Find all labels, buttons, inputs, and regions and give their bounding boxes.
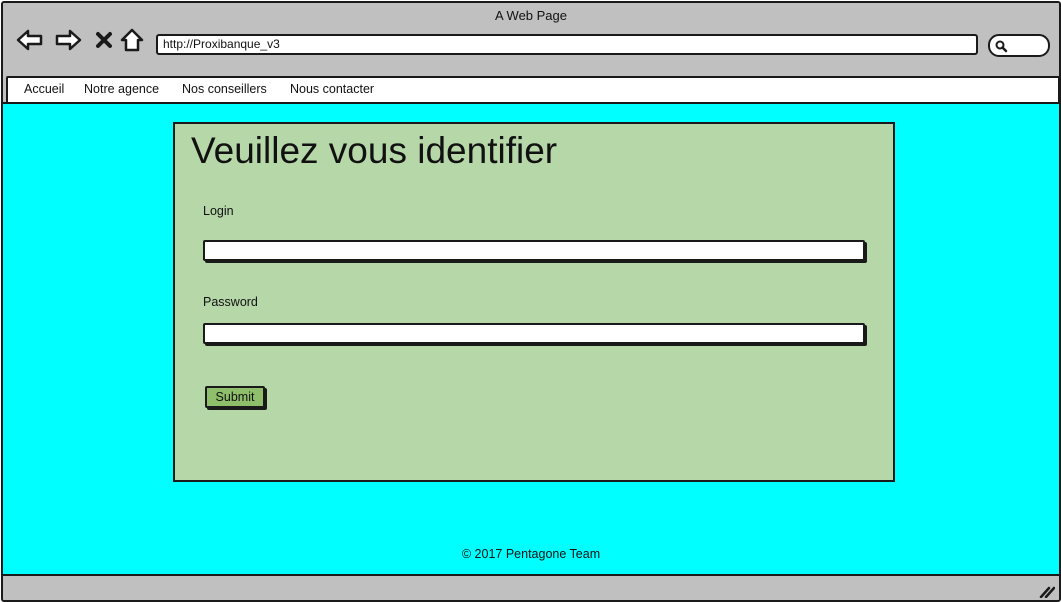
password-field[interactable]: [203, 323, 865, 344]
password-label: Password: [203, 295, 258, 309]
resize-grip-icon[interactable]: [1039, 584, 1055, 598]
page-content: Veuillez vous identifier Login Password …: [3, 102, 1059, 574]
menu-item-accueil[interactable]: Accueil: [24, 82, 64, 96]
address-bar[interactable]: http://Proxibanque_v3: [156, 34, 978, 55]
menu-item-nos-conseillers[interactable]: Nos conseillers: [182, 82, 267, 96]
window-title: A Web Page: [494, 8, 568, 23]
login-panel: Veuillez vous identifier Login Password …: [173, 122, 895, 482]
login-field[interactable]: [203, 240, 865, 261]
footer-copyright: © 2017 Pentagone Team: [461, 547, 601, 561]
menu-item-notre-agence[interactable]: Notre agence: [84, 82, 159, 96]
nav-menu: Accueil Notre agence Nos conseillers Nou…: [6, 76, 1059, 104]
browser-titlebar: A Web Page http://Proxibanque_v3: [3, 3, 1059, 73]
search-field[interactable]: [988, 34, 1050, 57]
home-icon[interactable]: [117, 25, 147, 55]
login-label: Login: [203, 204, 234, 218]
close-x-icon[interactable]: [89, 25, 119, 55]
page-title: Veuillez vous identifier: [191, 130, 558, 171]
menu-item-nous-contacter[interactable]: Nous contacter: [290, 82, 374, 96]
search-icon: [995, 40, 1008, 53]
status-bar: [3, 574, 1059, 600]
back-arrow-icon[interactable]: [15, 25, 45, 55]
submit-button[interactable]: Submit: [205, 386, 265, 408]
browser-window: A Web Page http://Proxibanque_v3 Accueil…: [1, 1, 1061, 602]
forward-arrow-icon[interactable]: [53, 25, 83, 55]
